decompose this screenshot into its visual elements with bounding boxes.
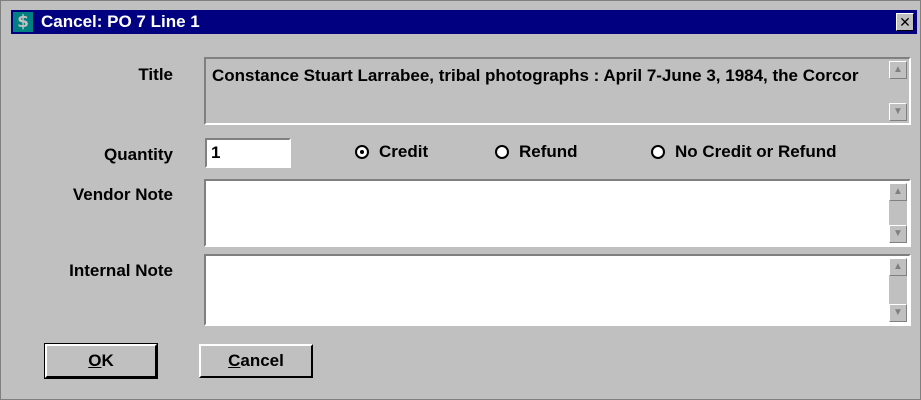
title-label: Title: [138, 65, 173, 84]
radio-refund-label: Refund: [519, 142, 578, 161]
vendor-note-scrollbar[interactable]: ▲ ▼: [889, 183, 907, 243]
scroll-up-icon[interactable]: ▲: [889, 61, 907, 79]
scroll-up-icon[interactable]: ▲: [889, 258, 907, 276]
title-field[interactable]: Constance Stuart Larrabee, tribal photog…: [204, 57, 911, 125]
dollar-app-icon[interactable]: $: [13, 12, 33, 32]
ok-button[interactable]: OK: [44, 343, 158, 379]
radio-unchecked-icon: [651, 145, 665, 159]
title-bar[interactable]: $ Cancel: PO 7 Line 1 ✕: [11, 10, 917, 34]
radio-checked-icon: [355, 145, 369, 159]
scroll-down-icon[interactable]: ▼: [889, 103, 907, 121]
radio-refund[interactable]: Refund: [495, 142, 578, 162]
radio-unchecked-icon: [495, 145, 509, 159]
radio-no-credit-label: No Credit or Refund: [675, 142, 837, 161]
scroll-up-icon[interactable]: ▲: [889, 183, 907, 201]
scroll-down-icon[interactable]: ▼: [889, 225, 907, 243]
radio-no-credit[interactable]: No Credit or Refund: [651, 142, 837, 162]
radio-credit-label: Credit: [379, 142, 429, 161]
title-scrollbar[interactable]: ▲ ▼: [889, 61, 907, 121]
window-title: Cancel: PO 7 Line 1: [41, 12, 200, 31]
quantity-input[interactable]: 1: [205, 138, 291, 168]
internal-note-label: Internal Note: [69, 261, 173, 280]
radio-credit[interactable]: Credit: [355, 142, 428, 162]
scroll-down-icon[interactable]: ▼: [889, 304, 907, 322]
cancel-button[interactable]: Cancel: [199, 344, 313, 378]
title-text: Constance Stuart Larrabee, tribal photog…: [212, 66, 859, 85]
close-button[interactable]: ✕: [896, 13, 914, 31]
vendor-note-field[interactable]: ▲ ▼: [204, 179, 911, 247]
internal-note-field[interactable]: ▲ ▼: [204, 254, 911, 326]
cancel-po-dialog: $ Cancel: PO 7 Line 1 ✕ Title Constance …: [0, 0, 921, 400]
vendor-note-label: Vendor Note: [72, 185, 173, 204]
quantity-label: Quantity: [104, 145, 173, 164]
internal-note-scrollbar[interactable]: ▲ ▼: [889, 258, 907, 322]
